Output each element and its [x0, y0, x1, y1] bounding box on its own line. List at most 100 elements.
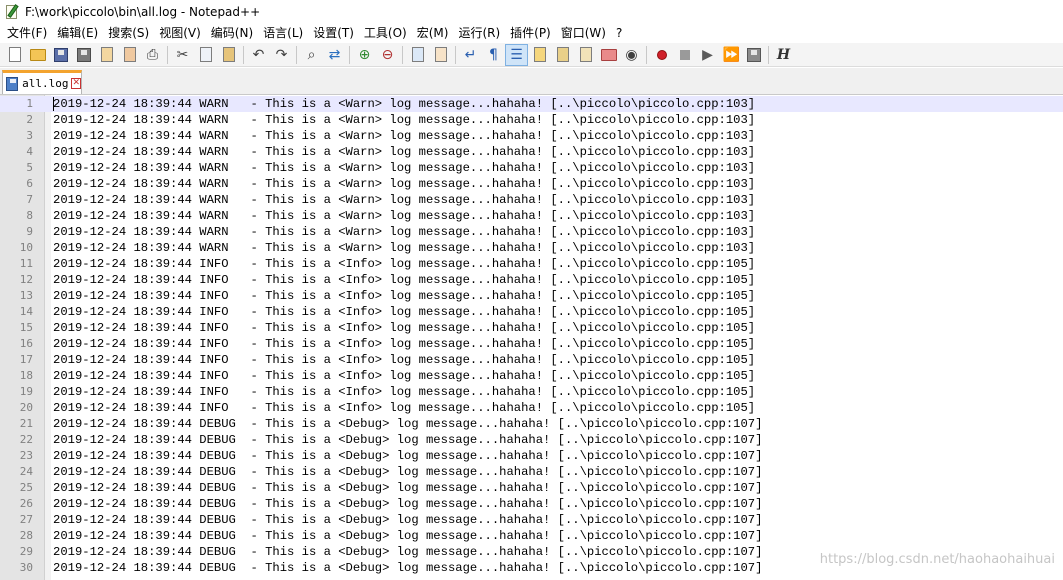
editor-line[interactable]: 18 2019-12-24 18:39:44 INFO - This is a <…: [0, 368, 1063, 384]
editor-line[interactable]: 8 2019-12-24 18:39:44 WARN - This is a <W…: [0, 208, 1063, 224]
menu-search[interactable]: 搜索(S): [103, 25, 154, 42]
editor-line[interactable]: 16 2019-12-24 18:39:44 INFO - This is a <…: [0, 336, 1063, 352]
editor-line[interactable]: 7 2019-12-24 18:39:44 WARN - This is a <W…: [0, 192, 1063, 208]
line-text[interactable]: 2019-12-24 18:39:44 INFO - This is a <In…: [53, 352, 755, 368]
line-text[interactable]: 2019-12-24 18:39:44 INFO - This is a <In…: [53, 384, 755, 400]
line-text[interactable]: 2019-12-24 18:39:44 INFO - This is a <In…: [53, 304, 755, 320]
line-text[interactable]: 2019-12-24 18:39:44 DEBUG - This is a <D…: [53, 480, 762, 496]
line-text[interactable]: 2019-12-24 18:39:44 WARN - This is a <Wa…: [53, 176, 755, 192]
menu-run[interactable]: 运行(R): [453, 25, 505, 42]
redo-button[interactable]: ↷: [270, 44, 293, 66]
menu-edit[interactable]: 编辑(E): [52, 25, 103, 42]
editor-line[interactable]: 23 2019-12-24 18:39:44 DEBUG - This is a …: [0, 448, 1063, 464]
menu-language[interactable]: 语言(L): [258, 25, 308, 42]
find-button[interactable]: ⌕: [300, 44, 323, 66]
line-text[interactable]: 2019-12-24 18:39:44 DEBUG - This is a <D…: [53, 416, 762, 432]
menu-view[interactable]: 视图(V): [154, 25, 206, 42]
line-text[interactable]: 2019-12-24 18:39:44 INFO - This is a <In…: [53, 272, 755, 288]
zoom-out-button[interactable]: ⊖: [376, 44, 399, 66]
line-text[interactable]: 2019-12-24 18:39:44 WARN - This is a <Wa…: [53, 208, 755, 224]
print-button[interactable]: ⎙: [141, 44, 164, 66]
editor-line[interactable]: 11 2019-12-24 18:39:44 INFO - This is a <…: [0, 256, 1063, 272]
line-text[interactable]: 2019-12-24 18:39:44 DEBUG - This is a <D…: [53, 560, 762, 576]
line-text[interactable]: 2019-12-24 18:39:44 INFO - This is a <In…: [53, 336, 755, 352]
save-button[interactable]: [49, 44, 72, 66]
notepadpp-app-icon[interactable]: [4, 4, 20, 20]
folder-workspace-button[interactable]: [597, 44, 620, 66]
hex-editor-button[interactable]: H: [772, 44, 795, 66]
undo-button[interactable]: ↶: [247, 44, 270, 66]
stop-record-button[interactable]: [673, 44, 696, 66]
menu-encoding[interactable]: 编码(N): [206, 25, 258, 42]
line-text[interactable]: 2019-12-24 18:39:44 WARN - This is a <Wa…: [53, 144, 755, 160]
replace-button[interactable]: ⇄: [323, 44, 346, 66]
word-wrap-button[interactable]: ↵: [459, 44, 482, 66]
cut-button[interactable]: ✂: [171, 44, 194, 66]
editor-line[interactable]: 20 2019-12-24 18:39:44 INFO - This is a <…: [0, 400, 1063, 416]
editor-line[interactable]: 25 2019-12-24 18:39:44 DEBUG - This is a …: [0, 480, 1063, 496]
record-macro-button[interactable]: [650, 44, 673, 66]
editor-line[interactable]: 24 2019-12-24 18:39:44 DEBUG - This is a …: [0, 464, 1063, 480]
paste-button[interactable]: [217, 44, 240, 66]
editor-line[interactable]: 14 2019-12-24 18:39:44 INFO - This is a <…: [0, 304, 1063, 320]
close-all-button[interactable]: [118, 44, 141, 66]
zoom-in-button[interactable]: ⊕: [353, 44, 376, 66]
show-all-chars-button[interactable]: ¶: [482, 44, 505, 66]
play-macro-button[interactable]: ▶: [696, 44, 719, 66]
line-text[interactable]: 2019-12-24 18:39:44 DEBUG - This is a <D…: [53, 544, 762, 560]
copy-button[interactable]: [194, 44, 217, 66]
line-text[interactable]: 2019-12-24 18:39:44 DEBUG - This is a <D…: [53, 464, 762, 480]
editor-line[interactable]: 22 2019-12-24 18:39:44 DEBUG - This is a …: [0, 432, 1063, 448]
editor-line[interactable]: 17 2019-12-24 18:39:44 INFO - This is a <…: [0, 352, 1063, 368]
menu-window[interactable]: 窗口(W): [556, 25, 611, 42]
editor-line[interactable]: 12 2019-12-24 18:39:44 INFO - This is a <…: [0, 272, 1063, 288]
editor-line[interactable]: 6 2019-12-24 18:39:44 WARN - This is a <W…: [0, 176, 1063, 192]
menu-settings[interactable]: 设置(T): [308, 25, 359, 42]
sync-vertical-button[interactable]: [406, 44, 429, 66]
editor-line[interactable]: 4 2019-12-24 18:39:44 WARN - This is a <W…: [0, 144, 1063, 160]
editor-line[interactable]: 10 2019-12-24 18:39:44 WARN - This is a <…: [0, 240, 1063, 256]
menu-tools[interactable]: 工具(O): [359, 25, 412, 42]
menu-macro[interactable]: 宏(M): [412, 25, 454, 42]
monitoring-button[interactable]: ◉: [620, 44, 643, 66]
editor[interactable]: 1 2019-12-24 18:39:44 WARN - This is a <W…: [0, 95, 1063, 580]
line-text[interactable]: 2019-12-24 18:39:44 WARN - This is a <Wa…: [53, 96, 755, 112]
line-text[interactable]: 2019-12-24 18:39:44 WARN - This is a <Wa…: [53, 160, 755, 176]
line-text[interactable]: 2019-12-24 18:39:44 INFO - This is a <In…: [53, 288, 755, 304]
function-list-button[interactable]: [574, 44, 597, 66]
save-macro-button[interactable]: [742, 44, 765, 66]
user-language-button[interactable]: [528, 44, 551, 66]
line-text[interactable]: 2019-12-24 18:39:44 INFO - This is a <In…: [53, 320, 755, 336]
indent-guide-button[interactable]: ☰: [505, 43, 528, 66]
line-text[interactable]: 2019-12-24 18:39:44 WARN - This is a <Wa…: [53, 128, 755, 144]
editor-line[interactable]: 5 2019-12-24 18:39:44 WARN - This is a <W…: [0, 160, 1063, 176]
line-text[interactable]: 2019-12-24 18:39:44 WARN - This is a <Wa…: [53, 112, 755, 128]
open-file-button[interactable]: [26, 44, 49, 66]
line-text[interactable]: 2019-12-24 18:39:44 DEBUG - This is a <D…: [53, 528, 762, 544]
close-button[interactable]: [95, 44, 118, 66]
line-text[interactable]: 2019-12-24 18:39:44 INFO - This is a <In…: [53, 400, 755, 416]
menu-file[interactable]: 文件(F): [2, 25, 52, 42]
tab-close-icon[interactable]: ✕: [71, 78, 81, 89]
editor-line[interactable]: 15 2019-12-24 18:39:44 INFO - This is a <…: [0, 320, 1063, 336]
editor-line[interactable]: 2 2019-12-24 18:39:44 WARN - This is a <W…: [0, 112, 1063, 128]
line-text[interactable]: 2019-12-24 18:39:44 DEBUG - This is a <D…: [53, 432, 762, 448]
menu-plugins[interactable]: 插件(P): [505, 25, 556, 42]
line-text[interactable]: 2019-12-24 18:39:44 DEBUG - This is a <D…: [53, 512, 762, 528]
line-text[interactable]: 2019-12-24 18:39:44 WARN - This is a <Wa…: [53, 192, 755, 208]
line-text[interactable]: 2019-12-24 18:39:44 DEBUG - This is a <D…: [53, 448, 762, 464]
editor-line[interactable]: 1 2019-12-24 18:39:44 WARN - This is a <W…: [0, 96, 1063, 112]
line-text[interactable]: 2019-12-24 18:39:44 WARN - This is a <Wa…: [53, 240, 755, 256]
menu-help[interactable]: ?: [611, 25, 627, 42]
editor-line[interactable]: 19 2019-12-24 18:39:44 INFO - This is a <…: [0, 384, 1063, 400]
editor-line[interactable]: 3 2019-12-24 18:39:44 WARN - This is a <W…: [0, 128, 1063, 144]
tab-all-log[interactable]: all.log ✕: [2, 70, 82, 94]
new-file-button[interactable]: [3, 44, 26, 66]
save-all-button[interactable]: [72, 44, 95, 66]
editor-line[interactable]: 21 2019-12-24 18:39:44 DEBUG - This is a …: [0, 416, 1063, 432]
editor-line[interactable]: 26 2019-12-24 18:39:44 DEBUG - This is a …: [0, 496, 1063, 512]
doc-map-button[interactable]: [551, 44, 574, 66]
line-text[interactable]: 2019-12-24 18:39:44 DEBUG - This is a <D…: [53, 496, 762, 512]
line-text[interactable]: 2019-12-24 18:39:44 INFO - This is a <In…: [53, 368, 755, 384]
run-macro-multiple-button[interactable]: ⏩: [719, 44, 742, 66]
